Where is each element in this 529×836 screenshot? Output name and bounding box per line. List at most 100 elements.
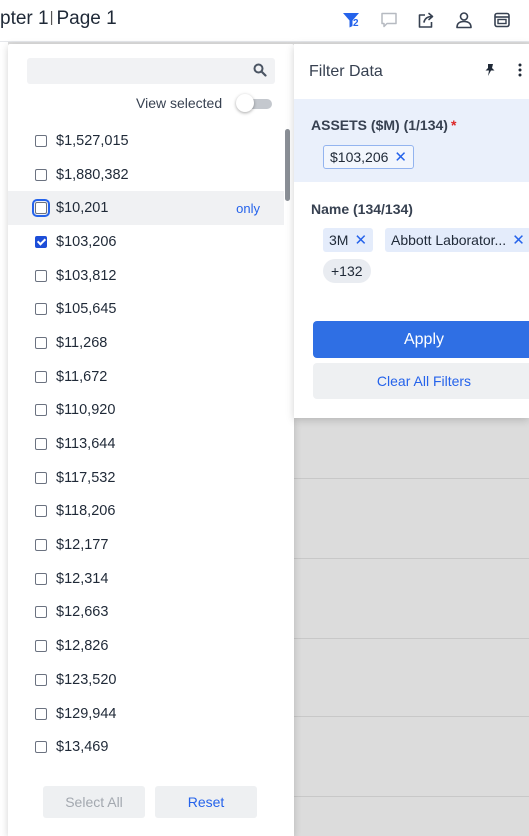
clear-all-filters-button[interactable]: Clear All Filters — [313, 363, 529, 399]
item-checkbox[interactable] — [35, 741, 47, 754]
pin-icon[interactable] — [483, 63, 497, 82]
item-checkbox[interactable] — [35, 168, 47, 181]
name-value-chip: 3M ✕ — [323, 228, 374, 252]
item-label: $129,944 — [56, 705, 117, 722]
list-item[interactable]: $105,645 — [8, 292, 284, 326]
top-toolbar: pter 1| Page 1 2 — [0, 0, 529, 42]
more-options-icon[interactable] — [517, 62, 523, 83]
required-marker: * — [450, 117, 457, 133]
value-list-dropdown: View selected $1,527,015 $1,880,382 $10,20… — [8, 44, 294, 836]
list-item[interactable]: $110,920 — [8, 394, 284, 428]
assets-filter-title-text: ASSETS ($M) (1/134) — [311, 117, 448, 133]
list-scrollbar[interactable] — [285, 129, 290, 201]
list-item[interactable]: $12,663 — [8, 596, 284, 630]
list-item[interactable]: $113,644 — [8, 427, 284, 461]
canvas-gridline — [294, 716, 529, 717]
item-label: $1,880,382 — [56, 166, 129, 183]
list-item[interactable]: $103,206 — [8, 225, 284, 259]
remove-chip-icon[interactable]: ✕ — [354, 231, 367, 249]
item-label: $11,268 — [56, 334, 108, 351]
breadcrumb-separator: | — [49, 9, 54, 26]
list-item[interactable]: $11,268 — [8, 326, 284, 360]
breadcrumb: pter 1| Page 1 — [0, 8, 117, 30]
item-label: $105,645 — [56, 301, 117, 318]
present-icon — [494, 12, 510, 28]
canvas-gridline — [294, 478, 529, 479]
item-label: $113,644 — [56, 436, 116, 453]
list-footer: Select All Reset — [8, 780, 294, 836]
item-label: $12,314 — [56, 570, 109, 587]
list-item[interactable]: $1,527,015 — [8, 124, 284, 158]
item-label: $117,532 — [56, 469, 116, 486]
user-icon — [456, 12, 472, 29]
reset-button[interactable]: Reset — [155, 786, 257, 818]
breadcrumb-chapter[interactable]: pter 1 — [0, 8, 49, 29]
item-checkbox[interactable] — [35, 572, 47, 585]
item-label: $103,206 — [56, 233, 117, 250]
item-checkbox[interactable] — [35, 673, 47, 686]
view-selected-label: View selected — [136, 95, 223, 111]
toggle-knob — [236, 94, 254, 112]
view-selected-toggle[interactable] — [236, 94, 272, 112]
item-label: $103,812 — [56, 267, 117, 284]
share-button[interactable] — [414, 8, 438, 32]
list-item[interactable]: $12,177 — [8, 528, 284, 562]
comment-icon — [381, 12, 397, 28]
select-all-button[interactable]: Select All — [43, 786, 145, 818]
present-button[interactable] — [490, 8, 514, 32]
item-checkbox[interactable] — [35, 336, 47, 349]
list-item[interactable]: $12,826 — [8, 629, 284, 663]
canvas-gridline — [294, 638, 529, 639]
item-checkbox[interactable] — [32, 199, 50, 218]
list-item[interactable]: $12,314 — [8, 562, 284, 596]
assets-value-chip: $103,206 ✕ — [323, 145, 414, 169]
item-label: $110,920 — [56, 402, 116, 419]
list-item[interactable]: $10,201 only — [8, 191, 284, 226]
item-checkbox[interactable] — [35, 370, 47, 383]
item-checkbox[interactable] — [35, 134, 47, 147]
item-checkbox[interactable] — [35, 505, 47, 518]
apply-button[interactable]: Apply — [313, 321, 529, 358]
account-button[interactable] — [452, 8, 476, 32]
list-item[interactable]: $1,880,382 — [8, 158, 284, 192]
list-item[interactable]: $123,520 — [8, 663, 284, 697]
item-label: $11,672 — [56, 368, 108, 385]
item-checkbox[interactable] — [35, 707, 47, 720]
item-label: $12,826 — [56, 638, 109, 655]
more-values-chip[interactable]: +132 — [323, 259, 371, 283]
list-item[interactable]: $103,812 — [8, 259, 284, 293]
remove-chip-icon[interactable]: ✕ — [394, 148, 407, 166]
chip-label: Abbott Laborator... — [391, 232, 507, 248]
item-checkbox[interactable] — [35, 303, 47, 316]
item-checkbox[interactable] — [35, 539, 47, 552]
breadcrumb-page[interactable]: Page 1 — [57, 8, 117, 29]
comment-button[interactable] — [377, 8, 401, 32]
remove-chip-icon[interactable]: ✕ — [512, 231, 525, 249]
item-checkbox[interactable] — [35, 404, 47, 417]
value-search-input[interactable] — [27, 58, 275, 84]
assets-filter-title[interactable]: ASSETS ($M) (1/134) * — [311, 117, 456, 133]
list-item[interactable]: $117,532 — [8, 461, 284, 495]
item-checkbox[interactable] — [35, 235, 47, 248]
list-item[interactable]: $118,206 — [8, 495, 284, 529]
name-value-chip: Abbott Laborator... ✕ — [385, 228, 529, 252]
item-checkbox[interactable] — [35, 438, 47, 451]
only-link[interactable]: only — [236, 201, 260, 216]
assets-filter-section: ASSETS ($M) (1/134) * $103,206 ✕ — [294, 99, 529, 182]
name-filter-title[interactable]: Name (134/134) — [311, 201, 413, 217]
item-label: $10,201 — [56, 200, 109, 217]
item-label: $13,469 — [56, 739, 109, 756]
share-icon — [418, 12, 434, 28]
item-checkbox[interactable] — [35, 471, 47, 484]
list-item[interactable]: $13,469 — [8, 730, 284, 764]
item-checkbox[interactable] — [35, 640, 47, 653]
item-checkbox[interactable] — [35, 606, 47, 619]
list-item[interactable]: $129,944 — [8, 697, 284, 731]
filter-count-badge: 2 — [353, 18, 359, 29]
list-item[interactable]: $11,672 — [8, 360, 284, 394]
canvas-gridline — [294, 558, 529, 559]
filter-button[interactable]: 2 — [339, 8, 363, 32]
panel-title: Filter Data — [309, 63, 383, 80]
item-checkbox[interactable] — [35, 269, 47, 282]
item-label: $123,520 — [56, 671, 117, 688]
